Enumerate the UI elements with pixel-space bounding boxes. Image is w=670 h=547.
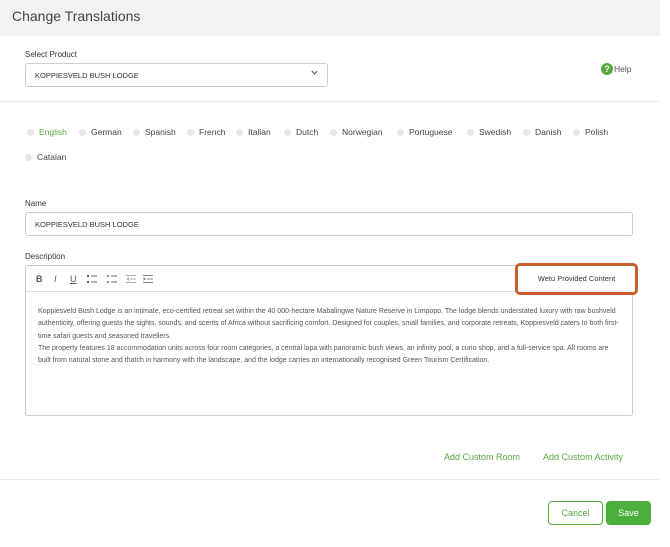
indent-button[interactable] (143, 272, 153, 286)
lang-tab-label: English (39, 127, 67, 137)
radio-dot-icon (397, 128, 404, 136)
help-link[interactable]: ? Help (601, 62, 631, 76)
help-icon: ? (601, 63, 613, 75)
lang-tab-label: Italian (248, 127, 271, 137)
lang-tab-german[interactable]: German (79, 127, 122, 137)
bullet-list-button[interactable] (107, 272, 117, 286)
add-custom-activity-link[interactable]: Add Custom Activity (543, 452, 623, 462)
description-content[interactable]: Koppiesveld Bush Lodge is an intimate, e… (38, 306, 623, 367)
lang-tab-label: Dutch (296, 127, 319, 137)
ordered-list-icon (87, 275, 97, 283)
lang-tab-french[interactable]: French (187, 127, 225, 137)
name-label: Name (25, 199, 47, 208)
description-paragraph: The property features 18 accommodation u… (38, 344, 609, 365)
save-button[interactable]: Save (606, 501, 651, 525)
radio-dot-icon (467, 128, 474, 136)
lang-tab-polish[interactable]: Polish (573, 127, 608, 137)
name-field-value: KOPPIESVELD BUSH LODGE (35, 220, 139, 229)
radio-dot-icon (236, 128, 243, 136)
radio-dot-icon (133, 128, 140, 136)
select-product-label: Select Product (25, 50, 78, 59)
lang-tab-label: Spanish (145, 127, 176, 137)
lang-tab-english[interactable]: English (27, 127, 67, 137)
radio-dot-icon (25, 153, 32, 161)
radio-dot-icon (284, 128, 291, 136)
add-custom-room-link[interactable]: Add Custom Room (444, 452, 520, 462)
lang-tab-label: Polish (585, 127, 609, 137)
wetu-provided-content-badge: Wetu Provided Content (515, 263, 638, 295)
ordered-list-button[interactable] (87, 272, 97, 286)
lang-tab-italian[interactable]: Italian (236, 127, 271, 137)
lang-tab-dutch[interactable]: Dutch (284, 127, 318, 137)
lang-tab-label: Norwegian (342, 127, 383, 137)
lang-tab-norwegian[interactable]: Norwegian (330, 127, 383, 137)
product-select-value: KOPPIESVELD BUSH LODGE (35, 71, 139, 80)
lang-tab-label: Catalan (37, 152, 67, 162)
lang-tab-portuguese[interactable]: Portuguese (397, 127, 452, 137)
radio-dot-icon (523, 128, 530, 136)
radio-dot-icon (187, 128, 194, 136)
description-label: Description (25, 252, 66, 261)
page-header: Change Translations (0, 0, 660, 36)
divider (0, 479, 660, 480)
bullet-list-icon (107, 275, 117, 283)
cancel-button[interactable]: Cancel (548, 501, 603, 525)
underline-button[interactable]: U (70, 272, 77, 286)
help-label: Help (614, 64, 632, 74)
indent-icon (143, 275, 153, 283)
radio-dot-icon (573, 128, 580, 136)
lang-tab-swedish[interactable]: Swedish (467, 127, 511, 137)
radio-dot-icon (79, 128, 86, 136)
name-field[interactable]: KOPPIESVELD BUSH LODGE (25, 212, 633, 236)
lang-tab-label: Danish (535, 127, 562, 137)
lang-tab-label: Portuguese (409, 127, 453, 137)
outdent-button[interactable] (126, 272, 136, 286)
product-select[interactable]: KOPPIESVELD BUSH LODGE (25, 63, 328, 87)
radio-dot-icon (27, 128, 34, 136)
outdent-icon (126, 275, 136, 283)
lang-tab-label: Swedish (479, 127, 512, 137)
lang-tab-label: German (91, 127, 122, 137)
bold-button[interactable]: B (36, 272, 43, 286)
description-paragraph: Koppiesveld Bush Lodge is an intimate, e… (38, 308, 619, 340)
chevron-down-icon (311, 70, 318, 75)
lang-tab-danish[interactable]: Danish (523, 127, 561, 137)
radio-dot-icon (330, 128, 337, 136)
page-title: Change Translations (12, 8, 141, 24)
lang-tab-spanish[interactable]: Spanish (133, 127, 176, 137)
italic-button[interactable]: I (54, 272, 57, 286)
lang-tab-catalan[interactable]: Catalan (25, 152, 66, 162)
lang-tab-label: French (199, 127, 226, 137)
wetu-badge-label: Wetu Provided Content (537, 274, 616, 283)
divider (0, 101, 660, 102)
